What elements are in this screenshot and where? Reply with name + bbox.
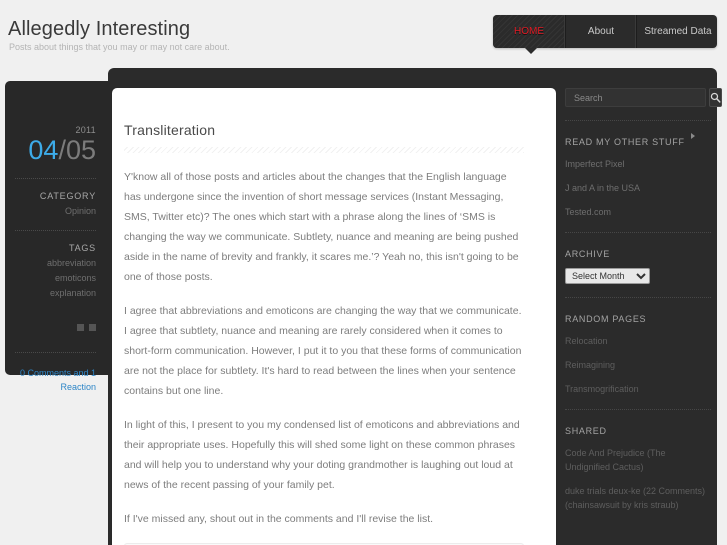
sidebar-heading-archive: ARCHIVE [565,249,610,259]
category-value[interactable]: Opinion [15,201,96,216]
site-header: Allegedly Interesting Posts about things… [0,0,727,68]
nav-item-streamed-data[interactable]: Streamed Data [637,15,717,48]
article-paragraph: If I've missed any, shout out in the com… [124,513,434,525]
sidebar-heading-shared: SHARED [565,426,607,436]
post-date: 04/05 [15,135,96,164]
post-date-month: 05 [65,135,96,165]
tag-overflow-blocks [15,314,96,336]
sidebar-link[interactable]: Code And Prejudice (The Undignified Cact… [565,436,711,474]
article-panel: Transliteration Y'know all of those post… [112,88,556,545]
sidebar-link[interactable]: Reimagining [565,348,711,372]
search-icon [710,92,721,103]
nav-item-about-label: About [587,26,615,37]
search-caret-icon [691,133,695,139]
tag-item[interactable]: explanation [15,283,96,298]
post-meta-sidebar: 2011 04/05 CATEGORY Opinion TAGS abbrevi… [5,81,110,392]
tag-block[interactable] [89,324,96,332]
tag-block[interactable] [77,324,84,332]
nav-active-pointer-icon [525,48,537,54]
sidebar-link[interactable]: J and A in the USA [565,171,711,195]
search-input[interactable] [565,88,706,107]
nav-item-about[interactable]: About [566,15,637,48]
page-root: Allegedly Interesting Posts about things… [0,0,727,545]
post-title: Transliteration [124,122,216,138]
tag-item[interactable]: abbreviation [15,253,96,268]
tags-heading: TAGS [68,243,96,254]
archive-month-select[interactable]: Select Month [565,268,650,284]
article-paragraph: In light of this, I present to you my co… [124,419,520,491]
nav-item-streamed-data-label: Streamed Data [644,26,712,37]
search-row [565,88,722,107]
post-year: 2011 [75,125,96,135]
site-tagline: Posts about things that you may or may n… [9,42,230,52]
sidebar-link[interactable]: Relocation [565,324,711,348]
nav-item-home[interactable]: HOME [493,15,566,48]
category-heading: CATEGORY [39,191,96,202]
comments-link[interactable]: 0 Comments and 1 Reaction [15,353,96,394]
article-paragraph: Y'know all of those posts and articles a… [124,171,519,283]
title-divider [124,147,524,153]
right-sidebar: READ MY OTHER STUFF Imperfect Pixel J an… [565,88,722,545]
post-date-day: 04 [28,135,59,165]
site-title: Allegedly Interesting [8,18,191,40]
search-button[interactable] [709,88,722,107]
sidebar-link[interactable]: Imperfect Pixel [565,147,711,171]
article-paragraph: I agree that abbreviations and emoticons… [124,305,522,397]
sidebar-heading-random-pages: RANDOM PAGES [565,314,647,324]
sidebar-link[interactable]: Tested.com [565,195,711,219]
post-date-separator: / [58,135,66,165]
sidebar-link[interactable]: duke trials deux-ke (22 Comments) (chain… [565,474,711,512]
nav-item-home-label: HOME [514,26,544,37]
sidebar-heading-read-my-other-stuff: READ MY OTHER STUFF [565,137,685,147]
main-navigation: HOME About Streamed Data [493,15,717,48]
sidebar-link[interactable]: Transmogrification [565,372,711,396]
tag-item[interactable]: emoticons [15,268,96,283]
